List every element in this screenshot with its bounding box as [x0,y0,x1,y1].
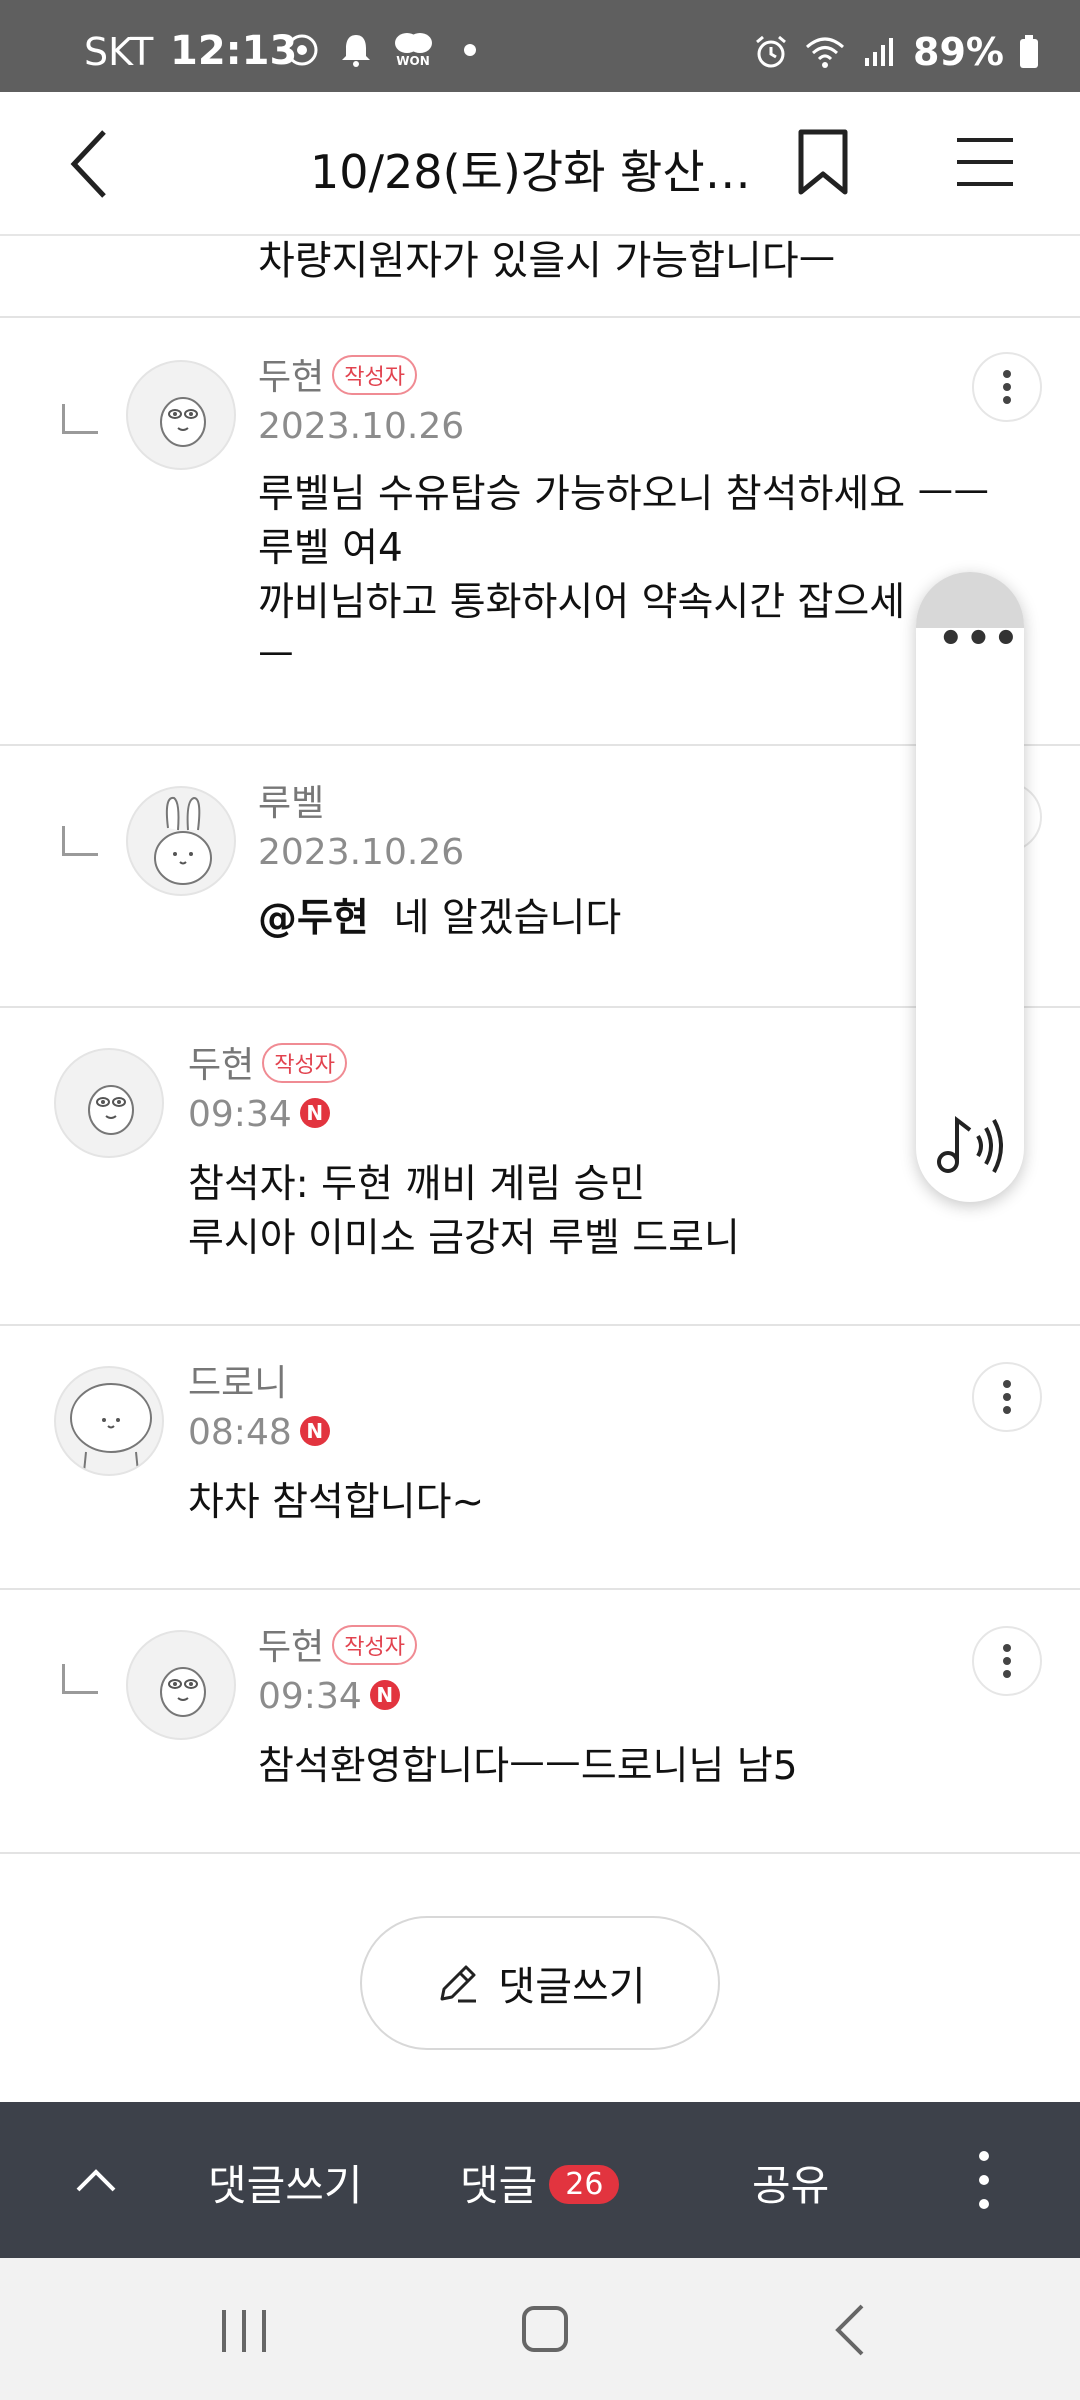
status-bar: SKT 12:13 WON 89% [0,0,1080,92]
write-comment-area: 댓글쓰기 [0,1854,1080,2102]
app-header: 10/28(토)강화 황산도... [0,92,1080,236]
avatar[interactable] [54,1366,164,1476]
comment-line: 루벨님 수유탑승 가능하오니 참석하세요 ㅡㅡ [258,472,990,517]
notification-icons: WON [282,30,490,70]
comment-text: 차차 참석합니다~ [188,1480,485,1525]
recents-icon[interactable] [216,2306,272,2356]
avatar[interactable] [54,1048,164,1158]
comment-body: 참석환영합니다ㅡㅡ드로니님 남5 [258,1740,798,1794]
page-title: 10/28(토)강화 황산도... [310,145,780,199]
vertical-dots-icon [1003,370,1011,404]
writer-badge: 작성자 [332,1625,417,1665]
music-note-sound-icon[interactable] [934,1112,1006,1176]
reply-indicator [62,404,98,434]
horizontal-dots-icon[interactable]: ••• [938,616,1021,662]
pencil-icon [440,1965,477,2003]
comment-text: 네 알겠습니다 [393,896,622,941]
chevron-left-icon[interactable] [60,126,130,202]
author-name: 두현 [258,357,325,398]
reply-indicator [62,826,98,856]
writer-badge: 작성자 [332,355,417,395]
writer-badge: 작성자 [262,1043,347,1083]
comment-line: 까비님하고 통화하시어 약속시간 잡으세 [258,580,906,625]
vertical-dots-icon [1003,1380,1011,1414]
comment-line: ㅡ [258,634,294,679]
bottom-action-bar: 댓글쓰기 댓글 26 공유 [0,2102,1080,2258]
comment-author: 루벨 [258,774,324,826]
author-name: 두현 [188,1045,255,1086]
comment-body: 루벨님 수유탑승 가능하오니 참석하세요 ㅡㅡ 루벨 여4 까비님하고 통화하시… [258,468,989,684]
more-options-button[interactable] [972,1362,1042,1432]
battery-percent: 89% [913,30,1004,74]
author-name: 드로니 [188,1363,288,1404]
author-name: 두현 [258,1627,325,1668]
avatar[interactable] [126,786,236,896]
new-badge: N [299,1098,330,1128]
comment-date: 09:34 N [258,1676,400,1717]
vertical-dots-icon [1003,1644,1011,1678]
truncated-comment: 차량지원자가 있을시 가능합니다ㅡ [0,236,1080,318]
date-text: 08:48 [188,1412,292,1453]
bell-icon [336,30,376,70]
truncated-comment-text: 차량지원자가 있을시 가능합니다ㅡ [258,238,836,284]
avatar[interactable] [126,360,236,470]
write-comment-button[interactable]: 댓글쓰기 [360,1916,720,2050]
system-nav-bar [0,2258,1080,2400]
floating-media-panel[interactable]: ••• [916,572,1024,1202]
new-badge: N [369,1680,400,1710]
comment-text: 참석환영합니다ㅡㅡ드로니님 남5 [258,1744,798,1789]
comment-author: 두현 작성자 [258,348,417,400]
date-text: 09:34 [188,1094,292,1135]
comment-line: 참석자: 두현 깨비 계림 승민 [188,1162,646,1207]
chevron-up-icon[interactable] [72,2156,120,2204]
carrier-label: SKT [84,30,154,74]
mention-link[interactable]: @두현 [258,896,369,941]
dot-icon [450,30,490,70]
comment-date: 2023.10.26 [258,832,465,873]
bookmark-icon[interactable] [795,128,851,198]
won-icon: WON [390,30,436,70]
comment-author: 두현 작성자 [188,1036,347,1088]
back-icon[interactable] [830,2302,870,2358]
comments-label: 댓글 [460,2161,538,2210]
comment-body: @두현 네 알겠습니다 [258,892,621,946]
wifi-icon [805,32,845,72]
more-options-button[interactable] [972,1626,1042,1696]
clock: 12:13 [170,28,298,74]
home-icon[interactable] [520,2304,570,2354]
bottom-share[interactable]: 공유 [752,2152,829,2213]
more-options-button[interactable] [972,352,1042,422]
comment-date: 2023.10.26 [258,406,465,447]
comment-body: 참석자: 두현 깨비 계림 승민 루시아 이미소 금강저 루벨 드로니 [188,1158,740,1266]
comment-item: 두현 작성자 09:34 N 참석환영합니다ㅡㅡ드로니님 남5 [0,1590,1080,1854]
comment-author: 두현 작성자 [258,1618,417,1670]
write-comment-label: 댓글쓰기 [498,1964,646,2010]
date-text: 09:34 [258,1676,362,1717]
comment-date: 09:34 N [188,1094,330,1135]
alarm-icon [751,32,791,72]
battery-icon [1018,32,1040,72]
comment-author: 드로니 [188,1354,287,1406]
comment-body: 차차 참석합니다~ [188,1476,484,1530]
reply-indicator [62,1664,98,1694]
comment-item: 드로니 08:48 N 차차 참석합니다~ [0,1326,1080,1590]
comment-date: 08:48 N [188,1412,330,1453]
comment-line: 루시아 이미소 금강저 루벨 드로니 [188,1216,740,1261]
comment-count-badge: 26 [549,2165,620,2204]
avatar[interactable] [126,1630,236,1740]
bottom-write-comment[interactable]: 댓글쓰기 [208,2152,363,2213]
signal-icon [859,32,899,72]
vertical-dots-icon[interactable] [974,2148,994,2212]
hamburger-menu-icon[interactable] [955,134,1015,190]
new-badge: N [299,1416,330,1446]
author-name: 루벨 [258,783,325,824]
app-notification-icon [282,30,322,70]
system-icons: 89% [751,30,1040,74]
bottom-comments[interactable]: 댓글 26 [460,2152,620,2213]
comment-line: 루벨 여4 [258,526,403,571]
won-label: WON [396,54,430,68]
